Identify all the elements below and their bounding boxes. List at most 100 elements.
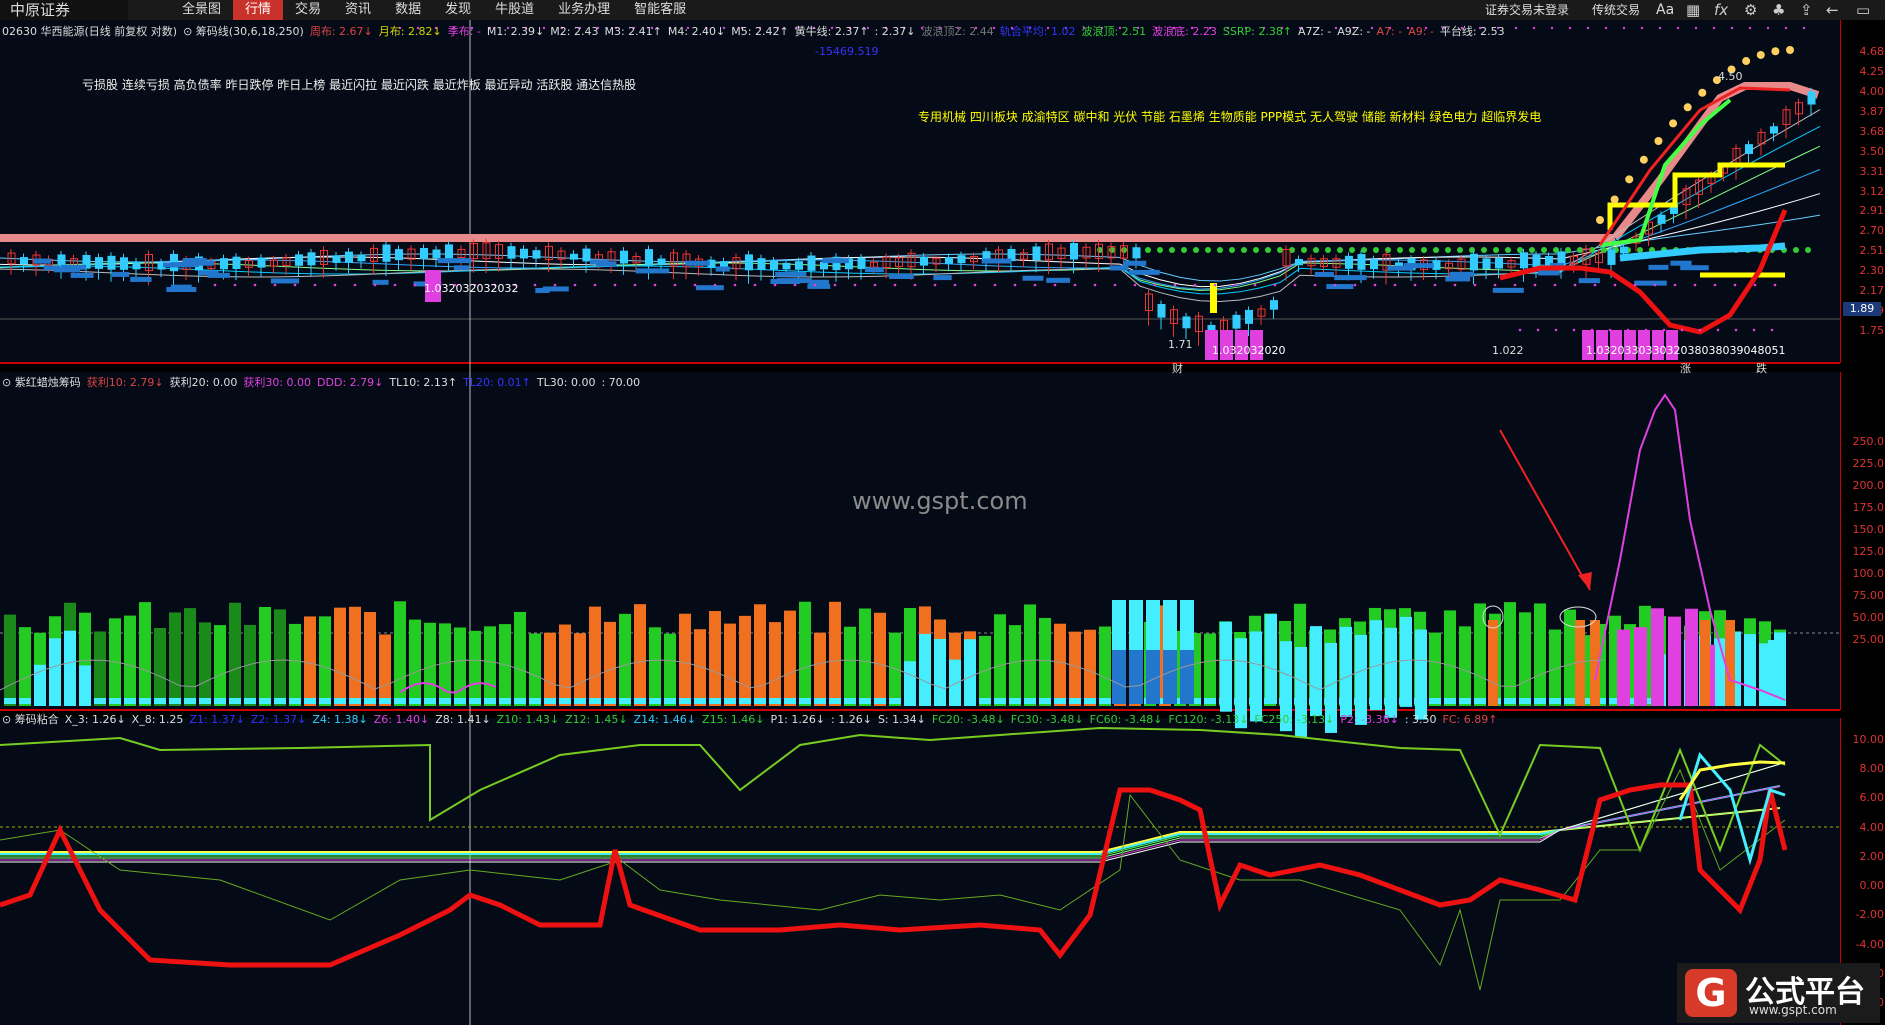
dotted-line [1766,26,1770,30]
chip-dot [1373,247,1379,253]
candle-body [1620,246,1628,254]
chip-bar [453,265,469,271]
candle-body [507,246,516,259]
dotted-line [653,283,657,287]
dotted-line [1536,328,1540,332]
chip-base [799,698,811,704]
candle-body [107,255,116,270]
candle-body [657,258,666,265]
chip-dot [1445,247,1451,253]
chip-column [439,623,451,706]
chip-base [94,698,106,704]
chip-base [1039,698,1051,704]
candle-body [520,248,528,259]
candle-body [1495,258,1503,269]
candle-body [1157,303,1166,318]
candle-body [532,250,541,259]
chip-bar [112,271,130,277]
candle-body [1132,247,1141,259]
chip-column [94,631,106,706]
info3-item-12: P1: 1.26↓ [770,713,826,726]
chip-dot [1301,247,1307,253]
dotted-line [1573,283,1577,287]
chip-base [1204,698,1216,704]
chip-base [814,698,826,704]
info3-item-6: Z6: 1.40↓ [373,713,430,726]
cai-marker: 财 [1172,362,1183,375]
brand-badge: G 公式平台 www.gspt.com [1677,963,1880,1023]
chip-bar [775,271,807,277]
hand-marker-icon [1683,103,1692,112]
chip-column [214,625,226,706]
chip-column [139,602,151,706]
chip-label-right: 1.032033033032038038039048051 [1586,344,1786,357]
chip-base [364,698,376,704]
chip-base [619,698,631,704]
chip-column [1084,629,1096,706]
chip-base [409,698,421,704]
chip-base [919,698,931,704]
info1-item-10: 黄牛线: 2.37↑ [794,25,869,38]
current-price-tag: 1.89 [1843,302,1881,316]
dotted-line [1662,328,1666,332]
dotted-line [1694,26,1698,30]
chip-bar [1680,265,1709,271]
dotted-line [593,283,597,287]
chip-base [34,698,46,704]
magenta-column [1685,608,1698,706]
chip-dot [1361,247,1367,253]
watermark: www.gspt.com [852,487,1028,515]
orange-column [1488,620,1498,706]
chip-bar [1403,263,1434,269]
candle-body [920,256,928,266]
candle-body [395,249,403,261]
dotted-line [1433,283,1437,287]
info1-item-14: 波浪顶: 2.51 [1081,25,1147,38]
info1-item-17: A7Z: - [1298,25,1332,38]
info2-item-3: 获利30: 0.00 [243,376,312,389]
info3-item-4: Z2: 1.37↓ [250,713,307,726]
chip-bar [60,264,87,270]
pink-band [0,234,1615,242]
dotted-line [1730,26,1734,30]
chip-column [544,632,556,706]
info2-item-7: TL30: 0.00 [536,376,596,389]
dotted-line [1572,328,1576,332]
dotted-line [1676,26,1680,30]
dotted-line [1773,283,1777,287]
chip-base [484,698,496,704]
chip-dot [1457,247,1463,253]
chip-column [274,609,286,706]
chip-bar [33,258,52,264]
chip-dot [1277,247,1283,253]
chip-column [184,608,196,706]
candle-body [132,261,141,270]
chip-bar [889,273,914,279]
chip-column [1054,623,1066,706]
sector-tags: 专用机械 四川板块 成渝特区 碳中和 光伏 节能 石墨烯 生物质能 PPP模式 … [918,110,1542,124]
red-arrow-head [1578,572,1592,590]
chip-base [274,698,286,704]
info3-item-5: Z4: 1.38↓ [312,713,368,726]
info3-item-22: FC: 6.89↑ [1442,713,1498,726]
chip-column [199,622,211,706]
dotted-line [553,283,557,287]
chip-bar [685,260,710,266]
chip-bar [1128,269,1160,275]
dotted-line [1473,283,1477,287]
info3-item-20: P2: -3.38↓ [1340,713,1399,726]
brand-url: www.gspt.com [1749,1003,1837,1017]
dotted-line [1353,283,1357,287]
chip-column [529,633,541,706]
info3-item-21: : 3.50 [1404,713,1437,726]
info3-item-13: : 1.26↓ [831,713,872,726]
candle-body [345,251,353,263]
hand-marker-icon [1771,47,1780,56]
candle-body [1345,255,1353,269]
candle-body [95,257,103,269]
dotted-line [1626,328,1630,332]
chip-column [1444,610,1456,706]
dotted-line [1013,283,1017,287]
chip-base [319,698,331,704]
chip-dot [1349,247,1355,253]
